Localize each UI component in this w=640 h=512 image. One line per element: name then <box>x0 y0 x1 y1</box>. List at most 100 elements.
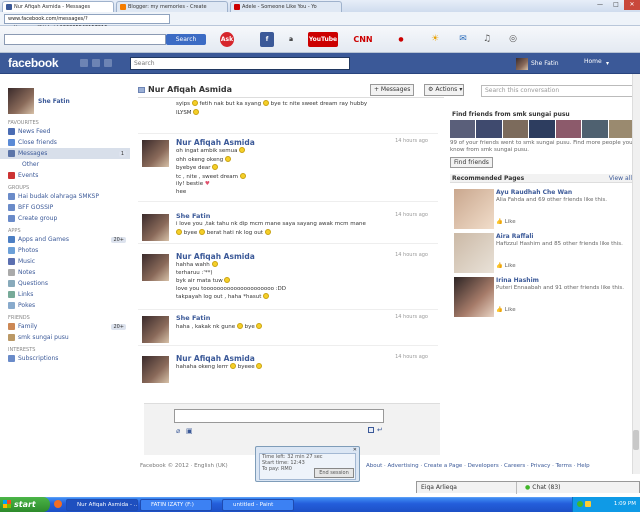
message-item: syips fetih nak but ka syang bye tc nite… <box>138 98 438 134</box>
enter-to-send-checkbox[interactable] <box>368 427 374 433</box>
taskbar-item-explorer[interactable]: FATIN IZATY (F:) <box>140 499 212 511</box>
home-link[interactable]: Home <box>584 58 602 65</box>
youtube-icon[interactable]: YouTube <box>308 32 338 47</box>
page-scrollbar[interactable] <box>632 74 640 474</box>
facebook-icon[interactable]: f <box>260 32 274 47</box>
message-line: takpayah log out , haha *hasut <box>176 293 416 302</box>
like-link[interactable]: 👍 Like <box>496 263 634 270</box>
tray-icon[interactable] <box>577 501 583 507</box>
friend-photo[interactable] <box>555 120 582 138</box>
profile-name[interactable]: She Fatin <box>38 98 70 105</box>
ask-icon[interactable]: Ask <box>220 32 234 47</box>
amazon-icon[interactable]: a <box>284 32 298 47</box>
tab-blogger[interactable]: Blogger: my memories - Create <box>116 1 228 12</box>
page-photo[interactable] <box>454 189 494 229</box>
sidebar-item-subscriptions[interactable]: Subscriptions <box>0 353 130 364</box>
radio-icon[interactable]: ◎ <box>506 32 520 47</box>
friend-requests-icon[interactable] <box>80 59 88 67</box>
friend-photo[interactable] <box>502 120 529 138</box>
sidebar-item-photos[interactable]: Photos <box>0 245 130 256</box>
sender-name[interactable]: Nur Afiqah Asmida <box>176 252 255 261</box>
music-icon[interactable]: ♫ <box>480 32 494 47</box>
sidebar-item-news-feed[interactable]: News Feed <box>0 126 130 137</box>
friend-photo[interactable] <box>476 120 502 138</box>
firefox-icon[interactable] <box>54 500 62 508</box>
friend-photo[interactable] <box>582 120 608 138</box>
notifications-icon[interactable] <box>104 59 112 67</box>
end-session-button[interactable]: End session <box>314 468 354 478</box>
conversation-search-input[interactable]: Search this conversation <box>481 85 633 97</box>
toolbar-search-button[interactable]: Search <box>166 34 206 45</box>
maximize-icon[interactable]: □ <box>608 0 624 10</box>
chat-toggle[interactable]: ● Chat (83) <box>521 482 561 494</box>
taskbar-item-paint[interactable]: untitled - Paint <box>222 499 294 511</box>
message-body: oh ingat ambik semua ohh okeng okeng bye… <box>176 147 416 196</box>
footer-links[interactable]: About · Advertising · Create a Page · De… <box>366 463 590 469</box>
page-name[interactable]: Aira Raffali <box>496 233 534 240</box>
sender-name[interactable]: She Fatin <box>176 212 210 220</box>
tab-messages[interactable]: Nur Afiqah Asmida - Messages <box>2 1 114 12</box>
page-photo[interactable] <box>454 277 494 317</box>
sidebar-item-school[interactable]: smk sungai pusu <box>0 332 130 343</box>
find-friends-button[interactable]: Find friends <box>450 157 493 168</box>
account-menu-icon[interactable]: ▾ <box>606 60 609 67</box>
facebook-logo[interactable]: facebook <box>8 56 59 70</box>
scrollbar-thumb[interactable] <box>633 430 639 450</box>
minimize-icon[interactable]: — <box>592 0 608 10</box>
like-link[interactable]: 👍 Like <box>496 307 634 314</box>
sidebar-item-close-friends[interactable]: Close friends <box>0 137 130 148</box>
cnn-icon[interactable]: CNN <box>348 32 378 47</box>
sidebar-item-family[interactable]: Family 20+ <box>0 321 130 332</box>
url-field[interactable]: www.facebook.com/messages/?action=read&t… <box>4 14 170 31</box>
close-icon[interactable]: ✕ <box>624 0 640 10</box>
taskbar-item-browser[interactable]: Nur Afiqah Asmida - ... <box>66 499 138 511</box>
sender-name[interactable]: Nur Afiqah Asmida <box>176 138 255 147</box>
sidebar-item-other[interactable]: Other <box>0 159 130 170</box>
sender-name[interactable]: She Fatin <box>176 314 210 322</box>
weather-icon[interactable]: ☀ <box>428 32 442 47</box>
sender-avatar[interactable] <box>142 356 169 383</box>
sender-avatar[interactable] <box>142 140 169 167</box>
sidebar-item-pokes[interactable]: Pokes <box>0 300 130 311</box>
sidebar-item-group[interactable]: Hai budak olahraga SMKSP <box>0 191 130 202</box>
facebook-search-input[interactable]: Search <box>130 57 350 70</box>
profile-picture[interactable] <box>8 88 34 114</box>
friend-photo[interactable] <box>529 120 555 138</box>
attach-icon[interactable]: ⌀ <box>176 427 180 435</box>
sender-name[interactable]: Nur Afiqah Asmida <box>176 354 255 363</box>
header-user[interactable]: She Fatin <box>516 57 559 70</box>
sender-avatar[interactable] <box>142 254 169 281</box>
messages-icon[interactable] <box>92 59 100 67</box>
news-icon[interactable]: ● <box>392 32 410 47</box>
sidebar-item-questions[interactable]: Questions <box>0 278 130 289</box>
tray-icon[interactable] <box>585 501 591 507</box>
reply-input[interactable] <box>174 409 384 423</box>
sidebar-item-notes[interactable]: Notes <box>0 267 130 278</box>
actions-button[interactable]: ⚙ Actions ▾ <box>424 84 464 96</box>
smiley-icon <box>225 155 232 162</box>
sender-avatar[interactable] <box>142 316 169 343</box>
camera-icon[interactable]: ▣ <box>186 427 193 435</box>
sidebar-item-create-group[interactable]: Create group <box>0 213 130 224</box>
sidebar-item-music[interactable]: Music <box>0 256 130 267</box>
sidebar-item-apps-and-games[interactable]: Apps and Games 20+ <box>0 234 130 245</box>
sidebar-item-group[interactable]: BFF GOSSIP <box>0 202 130 213</box>
sidebar-item-messages[interactable]: Messages 1 <box>0 148 130 159</box>
friend-photo[interactable] <box>608 120 634 138</box>
friend-photo[interactable] <box>450 120 476 138</box>
view-all-link[interactable]: View all <box>609 175 632 182</box>
profile-block[interactable]: She Fatin <box>0 74 130 114</box>
page-name[interactable]: Ayu Raudhah Che Wan <box>496 189 572 196</box>
mail-icon[interactable]: ✉ <box>456 32 470 47</box>
toolbar-search-input[interactable] <box>4 34 166 45</box>
like-link[interactable]: 👍 Like <box>496 219 634 226</box>
sender-avatar[interactable] <box>142 214 169 241</box>
new-message-button[interactable]: + Messages <box>370 84 415 96</box>
page-name[interactable]: Irina Hashim <box>496 277 539 284</box>
start-button[interactable]: start <box>0 497 50 512</box>
sidebar-item-links[interactable]: Links <box>0 289 130 300</box>
tab-youtube[interactable]: Adele - Someone Like You - Yo <box>230 1 342 12</box>
sidebar-item-events[interactable]: Events <box>0 170 130 181</box>
chat-tab-eiqa[interactable]: Eiqa Arlieqa <box>417 482 517 494</box>
page-photo[interactable] <box>454 233 494 273</box>
